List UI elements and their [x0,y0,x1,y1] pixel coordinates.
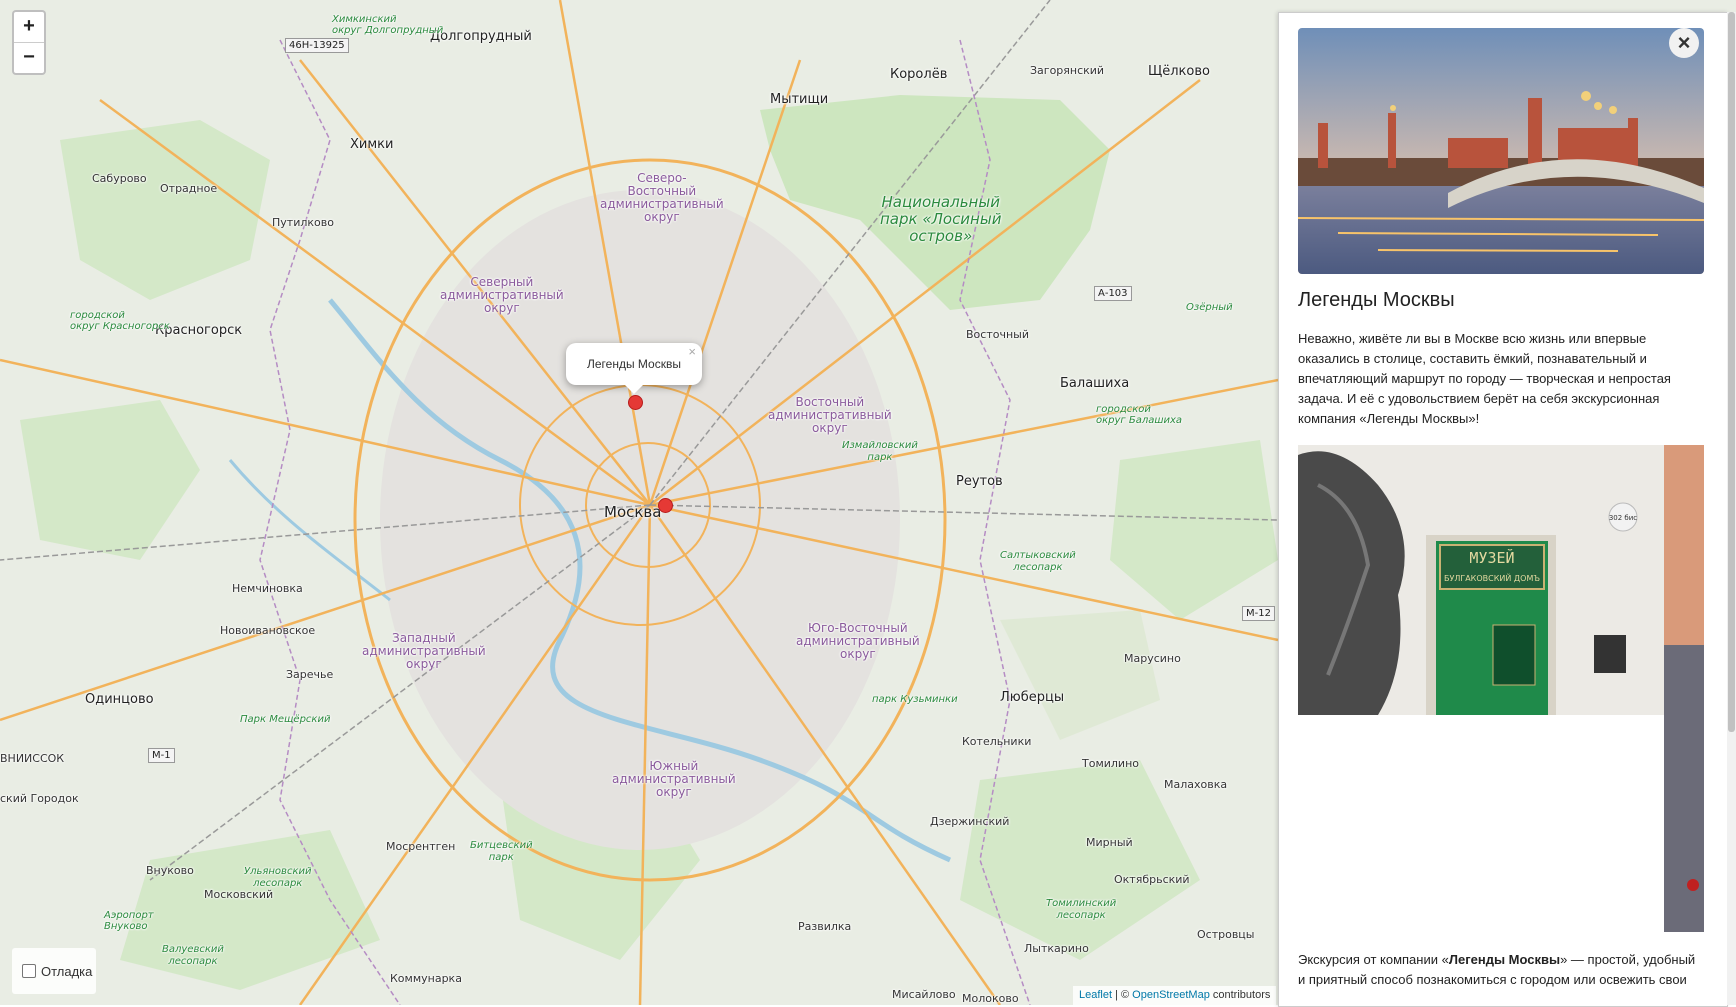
park-bitsevsky: Битцевский парк [470,840,533,863]
park-tominsky: Томилинский лесопарк [1046,898,1117,921]
label-nk-gorodok: ский Городок [0,792,79,805]
museum-sign: МУЗЕЙ [1469,548,1514,567]
park-krasnogorsk-okrug: городской округ Красногорск [70,310,170,332]
district-sevvost: Северо- Восточный административный округ [600,171,724,224]
label-aeroport: Аэропорт Внуково [104,910,154,932]
district-vost: Восточный административный округ [768,395,892,435]
label-novoivanovskoe: Новоивановское [220,624,316,637]
label-saburovo: Сабурово [92,172,147,185]
label-kommunarka: Коммунарка [390,972,462,985]
label-oktyabrsky: Октябрьский [1114,873,1190,886]
label-tomilino: Томилино [1082,757,1139,770]
scrollbar-thumb[interactable] [1728,12,1735,732]
popup-text: Легенды Москвы [587,357,681,371]
plaque-number: 302 бис [1609,514,1637,522]
label-razvilka: Развилка [798,920,852,933]
road-m1: М-1 [148,748,175,763]
label-molokovo: Молоково [962,992,1019,1005]
label-mytishchi: Мытищи [770,92,829,107]
park-losiny: Национальный парк «Лосиный остров» [880,193,1002,245]
park-kuzminki: парк Кузьминки [872,694,958,705]
road-46n-13925: 46Н-13925 [285,38,349,53]
map-marker[interactable] [658,498,673,513]
district-sever: Северный административный округ [440,275,564,315]
label-otradnoe: Отрадное [160,182,218,195]
map-marker[interactable] [628,395,643,410]
district-yuzh: Южный административный округ [612,759,736,799]
debug-control: Отладка [12,948,96,994]
debug-checkbox[interactable] [22,964,36,978]
panel-intro: Неважно, живёте ли вы в Москве всю жизнь… [1298,331,1671,426]
panel-close-button[interactable]: × [1669,28,1699,58]
museum-photo: МУЗЕЙ БУЛГАКОВСКИЙ ДОМЪ 302 бис [1298,445,1704,932]
panel-title: Легенды Москвы [1298,289,1455,311]
label-dolgoprudny: Долгопрудный [430,29,532,44]
label-zagoryansky: Загорянский [1030,64,1105,77]
label-shchelkovo: Щёлково [1148,64,1210,79]
label-lyubertsy: Люберцы [1000,690,1065,705]
label-vnukovo: Внуково [146,864,194,877]
road-a103: А-103 [1094,286,1132,301]
park-ulyanovsky: Ульяновский лесопарк [244,866,312,889]
outro-company: Легенды Москвы [1448,952,1561,967]
label-odintsovo: Одинцово [85,692,154,707]
zoom-in-button[interactable]: + [14,12,44,43]
label-korolev: Королёв [890,67,948,82]
label-lytkarino: Лыткарино [1024,942,1089,955]
kremlin-photo [1298,28,1704,274]
leaflet-link[interactable]: Leaflet [1079,989,1112,1001]
debug-label: Отладка [41,963,93,979]
outro-pre: Экскурсия от компании « [1298,952,1449,967]
label-dzerzhinsky: Дзержинский [930,815,1010,828]
popup-close-icon[interactable]: × [688,345,696,359]
attribution-sep: | © [1112,989,1133,1001]
road-m12: М-12 [1242,606,1275,621]
osm-link[interactable]: OpenStreetMap [1132,989,1210,1001]
district-yugvost: Юго-Восточный административный округ [796,621,920,661]
label-reutov: Реутов [956,474,1003,489]
label-ostrovtsy: Островцы [1197,928,1255,941]
label-kotelniki: Котельники [962,735,1032,748]
park-meshchersky: Парк Мещёрский [240,714,331,725]
label-marusino: Марусино [1124,652,1181,665]
photo-gallery[interactable]: МУЗЕЙ БУЛГАКОВСКИЙ ДОМЪ 302 бис [1298,445,1704,932]
park-balashikha-okrug: городской округ Балашиха [1096,404,1183,426]
label-balashikha: Балашиха [1060,376,1130,391]
label-malakhovka: Малаховка [1164,778,1228,791]
zoom-control: + − [12,10,46,75]
label-nemchinovka: Немчиновка [232,582,303,595]
label-mosrentgen: Мосрентген [386,840,456,853]
district-zapad: Западный административный округ [362,631,486,671]
popup-tip [624,384,644,394]
label-zarechye: Заречье [286,668,334,681]
label-moscow: Москва [604,503,662,521]
museum-sub: БУЛГАКОВСКИЙ ДОМЪ [1444,572,1540,583]
label-putilkovo: Путилково [272,216,334,229]
park-ozerny: Озёрный [1186,302,1233,313]
park-khimki-okrug: Химкинский округ Долгопрудный [332,14,444,36]
panel-outro: Экскурсия от компании «Легенды Москвы» —… [1298,950,1704,990]
zoom-out-button[interactable]: − [14,43,44,73]
panel-scrollbar[interactable] [1727,12,1736,1005]
label-mirny: Мирный [1086,836,1133,849]
info-panel: × Легенды Москвы Неважно, живёте ли вы в… [1278,12,1728,1007]
park-valuevsky: Валуевский лесопарк [162,944,224,967]
marker-popup: Легенды Москвы × [566,343,702,394]
park-izmaylovsky: Измайловский парк [842,440,918,463]
label-misaylovo: Мисайлово [892,988,956,1001]
label-vnissoc: ВНИИССОК [0,752,65,765]
label-vostochny: Восточный [966,328,1029,341]
park-saltykovsky: Салтыковский лесопарк [1000,550,1076,573]
label-khimki: Химки [350,137,394,152]
map-attribution: Leaflet | © OpenStreetMap contributors [1073,986,1277,1005]
attribution-suffix: contributors [1209,989,1271,1001]
